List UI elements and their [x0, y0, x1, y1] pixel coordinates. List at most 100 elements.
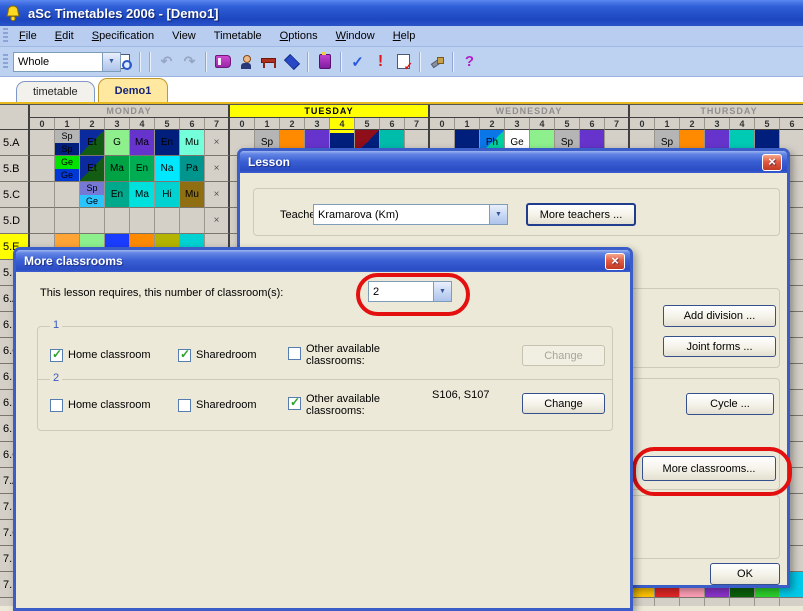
timetable-cell[interactable]: SpSp [55, 130, 80, 156]
teacher-icon[interactable] [234, 50, 257, 73]
tools-icon[interactable] [425, 50, 448, 73]
lesson-dialog-titlebar[interactable]: Lesson [240, 151, 787, 173]
menu-timetable[interactable]: Timetable [205, 27, 271, 45]
period-header[interactable]: 7 [205, 118, 230, 130]
timetable-cell[interactable]: G [105, 130, 130, 156]
classroom-count-select[interactable]: 2 [368, 281, 452, 302]
chevron-down-icon[interactable] [433, 282, 451, 301]
cap-icon[interactable] [280, 50, 303, 73]
timetable-cell[interactable] [180, 208, 205, 234]
period-header[interactable]: 0 [230, 118, 255, 130]
period-header[interactable]: 4 [130, 118, 155, 130]
toolbar-gripper[interactable] [3, 54, 8, 70]
verify-document-icon[interactable] [392, 50, 415, 73]
period-header[interactable]: 2 [680, 118, 705, 130]
timetable-cell[interactable]: Mu [180, 182, 205, 208]
timetable-cell[interactable] [155, 208, 180, 234]
menu-window[interactable]: Window [327, 27, 384, 45]
timetable-cell[interactable] [30, 208, 55, 234]
period-header[interactable]: 1 [55, 118, 80, 130]
period-header[interactable]: 0 [630, 118, 655, 130]
timetable-cell[interactable]: × [205, 130, 230, 156]
timetable-cell[interactable] [55, 182, 80, 208]
timetable-cell[interactable] [130, 208, 155, 234]
period-header[interactable]: 5 [555, 118, 580, 130]
more-classrooms-titlebar[interactable]: More classrooms [16, 250, 630, 272]
timetable-cell[interactable]: En [155, 130, 180, 156]
period-header[interactable]: 4 [730, 118, 755, 130]
period-header[interactable]: 6 [580, 118, 605, 130]
g1-sharedroom-checkbox[interactable]: Sharedroom [178, 349, 257, 362]
period-header[interactable]: 0 [30, 118, 55, 130]
desk-icon[interactable] [257, 50, 280, 73]
lesson-close-button[interactable] [762, 154, 782, 171]
period-header[interactable]: 1 [255, 118, 280, 130]
period-header[interactable]: 5 [355, 118, 380, 130]
menu-file[interactable]: File [10, 27, 46, 45]
check-icon[interactable]: ✓ [346, 50, 369, 73]
more-classrooms-close-button[interactable] [605, 253, 625, 270]
timetable-cell[interactable]: × [205, 182, 230, 208]
period-header[interactable]: 0 [430, 118, 455, 130]
period-header[interactable]: 2 [480, 118, 505, 130]
g2-change-button[interactable]: Change [522, 393, 605, 414]
g1-other-classrooms-checkbox[interactable]: Other available classrooms: [288, 343, 404, 367]
period-header[interactable]: 5 [755, 118, 780, 130]
g2-other-classrooms-checkbox[interactable]: Other available classrooms: [288, 393, 404, 417]
timetable-cell[interactable]: Ma [130, 130, 155, 156]
chevron-down-icon[interactable] [102, 53, 120, 71]
add-division-button[interactable]: Add division ... [663, 305, 776, 327]
timetable-cell[interactable] [80, 208, 105, 234]
timetable-cell[interactable]: GeGe [55, 156, 80, 182]
period-header[interactable]: 4 [530, 118, 555, 130]
help-icon[interactable]: ? [458, 50, 481, 73]
timetable-cell[interactable]: En [130, 156, 155, 182]
period-header[interactable]: 3 [505, 118, 530, 130]
chevron-down-icon[interactable] [489, 205, 507, 224]
row-label-5.B[interactable]: 5.B [0, 156, 30, 182]
timetable-cell[interactable]: SpGe [80, 182, 105, 208]
timetable-cell[interactable] [30, 156, 55, 182]
timetable-cell[interactable]: Et [80, 156, 105, 182]
book-icon[interactable] [211, 50, 234, 73]
timetable-cell[interactable]: Mu [180, 130, 205, 156]
tab-timetable[interactable]: timetable [16, 81, 95, 102]
period-header[interactable]: 3 [705, 118, 730, 130]
period-header[interactable]: 6 [780, 118, 803, 130]
more-teachers-button[interactable]: More teachers ... [526, 203, 636, 226]
view-mode-select[interactable]: Whole [13, 52, 121, 72]
timetable-cell[interactable]: En [105, 182, 130, 208]
menu-help[interactable]: Help [384, 27, 425, 45]
row-label-5.A[interactable]: 5.A [0, 130, 30, 156]
menu-edit[interactable]: Edit [46, 27, 83, 45]
timetable-cell[interactable] [105, 208, 130, 234]
toolbar-gripper[interactable] [3, 28, 8, 44]
period-header[interactable]: 2 [280, 118, 305, 130]
menu-options[interactable]: Options [271, 27, 327, 45]
period-header[interactable]: 3 [105, 118, 130, 130]
period-header[interactable]: 1 [655, 118, 680, 130]
timetable-cell[interactable]: × [205, 156, 230, 182]
period-header[interactable]: 3 [305, 118, 330, 130]
g2-sharedroom-checkbox[interactable]: Sharedroom [178, 399, 257, 412]
g2-home-classroom-checkbox[interactable]: Home classroom [50, 399, 151, 412]
timetable-cell[interactable]: Ma [105, 156, 130, 182]
timetable-cell[interactable] [55, 208, 80, 234]
timetable-cell[interactable] [30, 182, 55, 208]
more-classrooms-button[interactable]: More classrooms... [642, 456, 776, 481]
period-header[interactable]: 6 [380, 118, 405, 130]
period-header[interactable]: 4 [330, 118, 355, 130]
timetable-cell[interactable] [30, 130, 55, 156]
menu-specification[interactable]: Specification [83, 27, 163, 45]
generate-icon[interactable] [313, 50, 336, 73]
g1-home-classroom-checkbox[interactable]: Home classroom [50, 349, 151, 362]
period-header[interactable]: 5 [155, 118, 180, 130]
row-label-5.C[interactable]: 5.C [0, 182, 30, 208]
teacher-select[interactable]: Kramarova (Km) [313, 204, 508, 225]
exclamation-icon[interactable]: ! [369, 50, 392, 73]
period-header[interactable]: 6 [180, 118, 205, 130]
timetable-cell[interactable]: Hi [155, 182, 180, 208]
period-header[interactable]: 1 [455, 118, 480, 130]
timetable-cell[interactable]: Na [155, 156, 180, 182]
ok-button[interactable]: OK [710, 563, 780, 585]
